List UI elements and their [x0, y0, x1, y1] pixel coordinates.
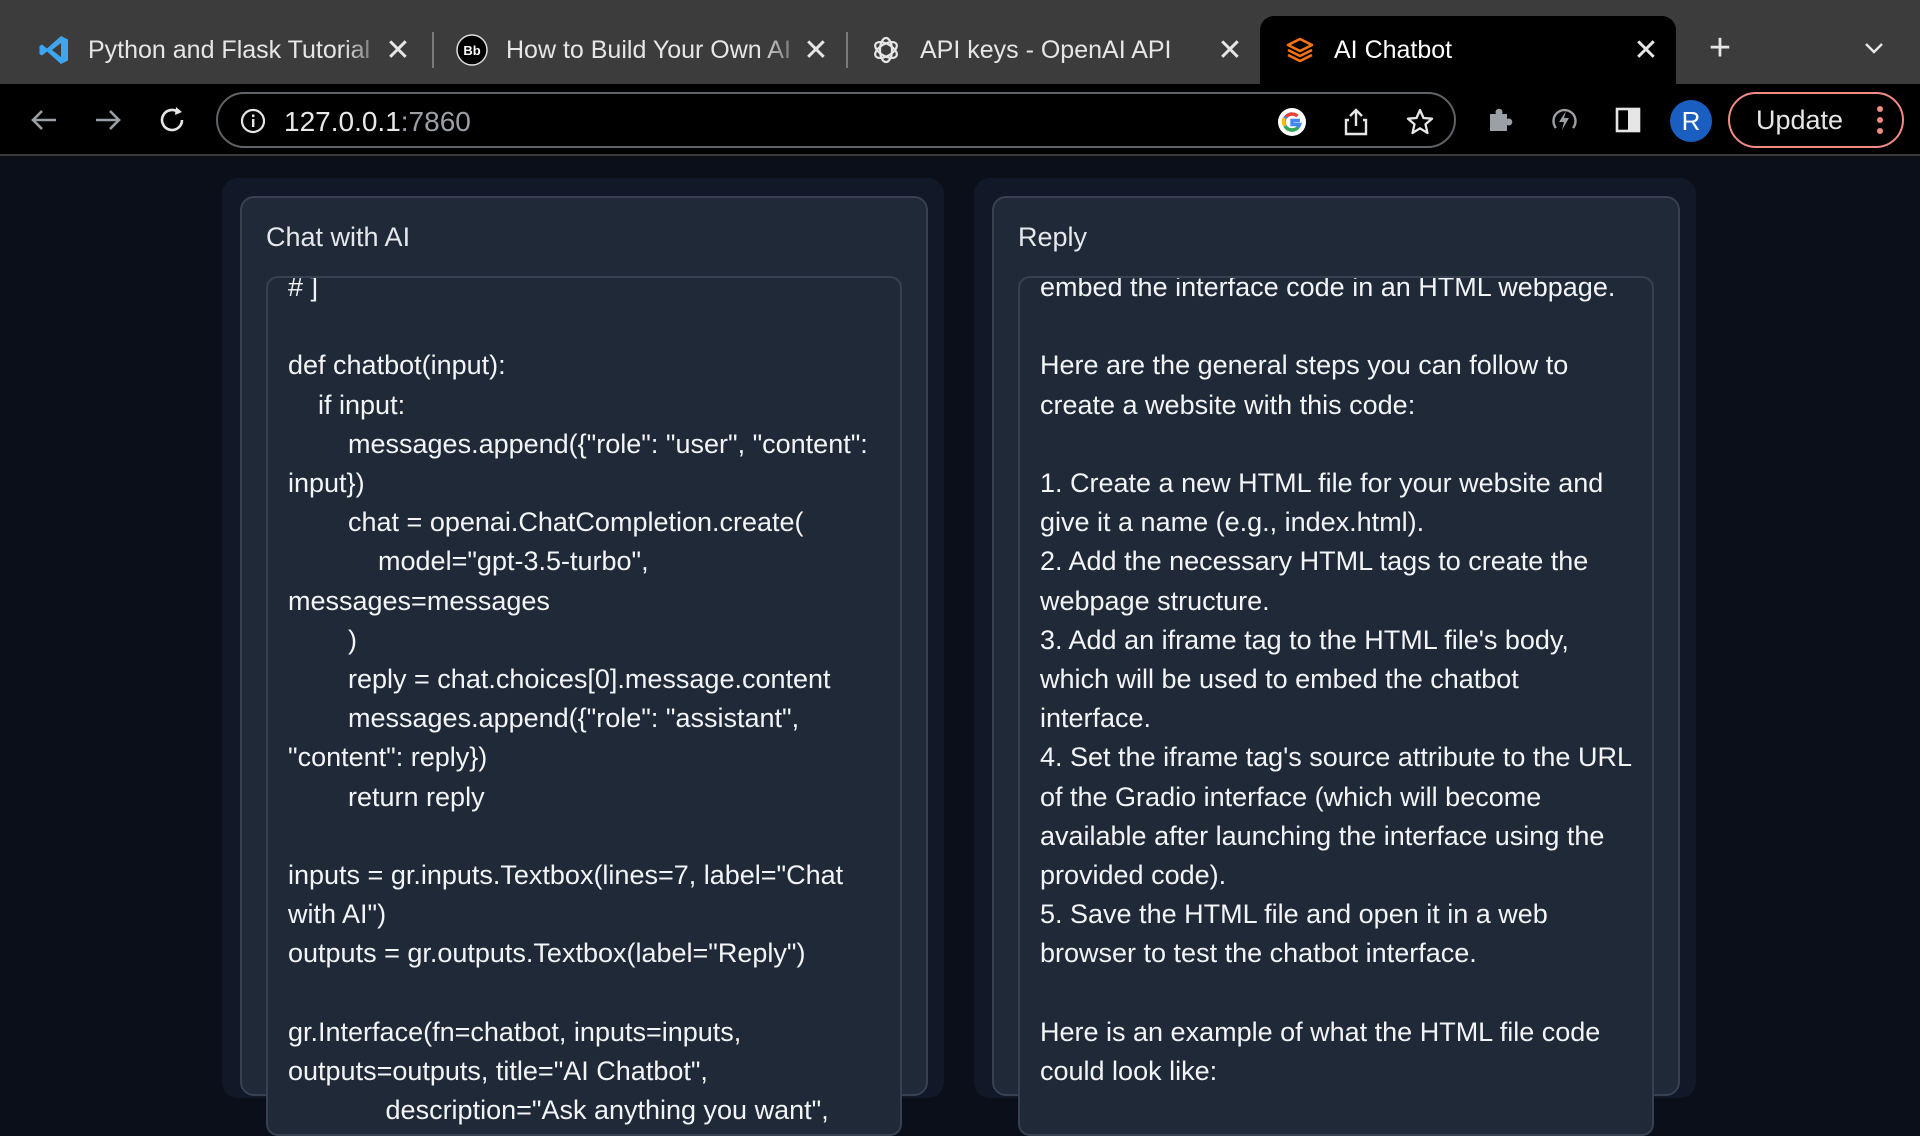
- tab-build-ai[interactable]: Bb How to Build Your Own AI ✕: [418, 16, 846, 84]
- bb-icon: Bb: [456, 34, 488, 66]
- tab-title: How to Build Your Own AI: [506, 35, 791, 64]
- tab-title: AI Chatbot: [1334, 35, 1453, 64]
- gradio-icon: [1284, 34, 1316, 66]
- input-label: Chat with AI: [266, 222, 411, 252]
- page-content: Chat with AI # ] def chatbot(input): if …: [0, 158, 1920, 1136]
- extensions-puzzle-icon[interactable]: [1482, 102, 1518, 138]
- tab-openai-keys[interactable]: API keys - OpenAI API ✕: [832, 16, 1260, 84]
- more-menu-icon[interactable]: [1876, 104, 1884, 136]
- address-bar[interactable]: 127.0.0.1:7860: [216, 92, 1456, 148]
- output-block: Reply embed the interface code in an HTM…: [974, 178, 1696, 1136]
- tab-ai-chatbot[interactable]: AI Chatbot ✕: [1260, 16, 1676, 84]
- reply-text[interactable]: embed the interface code in an HTML webp…: [1040, 278, 1634, 1091]
- chat-input-text[interactable]: # ] def chatbot(input): if input: messag…: [288, 278, 882, 1130]
- tab-title: Python and Flask Tutorial: [88, 35, 371, 64]
- tab-strip: Python and Flask Tutorial ✕ Bb How to Bu…: [0, 0, 1920, 84]
- share-icon[interactable]: [1340, 106, 1372, 138]
- reload-icon[interactable]: [152, 100, 192, 140]
- chat-input-textarea[interactable]: # ] def chatbot(input): if input: messag…: [266, 276, 902, 1136]
- side-panel-icon[interactable]: [1610, 102, 1646, 138]
- info-icon[interactable]: [240, 108, 266, 134]
- avatar[interactable]: R: [1670, 100, 1712, 142]
- back-arrow-icon[interactable]: [24, 100, 64, 140]
- forward-arrow-icon[interactable]: [88, 100, 128, 140]
- url-text: 127.0.0.1:7860: [284, 106, 471, 138]
- url-host: 127.0.0.1: [284, 106, 401, 137]
- bb-badge-text: Bb: [463, 42, 481, 58]
- google-icon[interactable]: [1276, 106, 1308, 138]
- close-icon[interactable]: ✕: [1214, 34, 1246, 67]
- chevron-down-icon[interactable]: [1856, 30, 1892, 66]
- update-label: Update: [1756, 105, 1844, 135]
- close-icon[interactable]: ✕: [1630, 34, 1662, 67]
- performance-bolt-icon[interactable]: [1546, 102, 1582, 138]
- reply-textarea[interactable]: embed the interface code in an HTML webp…: [1018, 276, 1654, 1136]
- update-button[interactable]: Update: [1728, 92, 1904, 148]
- input-panel: Chat with AI # ] def chatbot(input): if …: [240, 196, 928, 1136]
- bookmark-star-icon[interactable]: [1404, 106, 1436, 138]
- tab-python-flask[interactable]: Python and Flask Tutorial ✕: [0, 16, 428, 84]
- input-block: Chat with AI # ] def chatbot(input): if …: [222, 178, 944, 1136]
- output-panel: Reply embed the interface code in an HTM…: [992, 196, 1680, 1136]
- new-tab-button[interactable]: +: [1700, 28, 1740, 68]
- browser-toolbar: 127.0.0.1:7860 R Update: [0, 84, 1920, 156]
- close-icon[interactable]: ✕: [800, 34, 832, 67]
- close-icon[interactable]: ✕: [382, 34, 414, 67]
- url-port: :7860: [400, 106, 471, 137]
- openai-icon: [870, 34, 902, 66]
- output-label: Reply: [1018, 222, 1088, 252]
- vscode-icon: [38, 34, 70, 66]
- tab-title: API keys - OpenAI API: [920, 35, 1172, 64]
